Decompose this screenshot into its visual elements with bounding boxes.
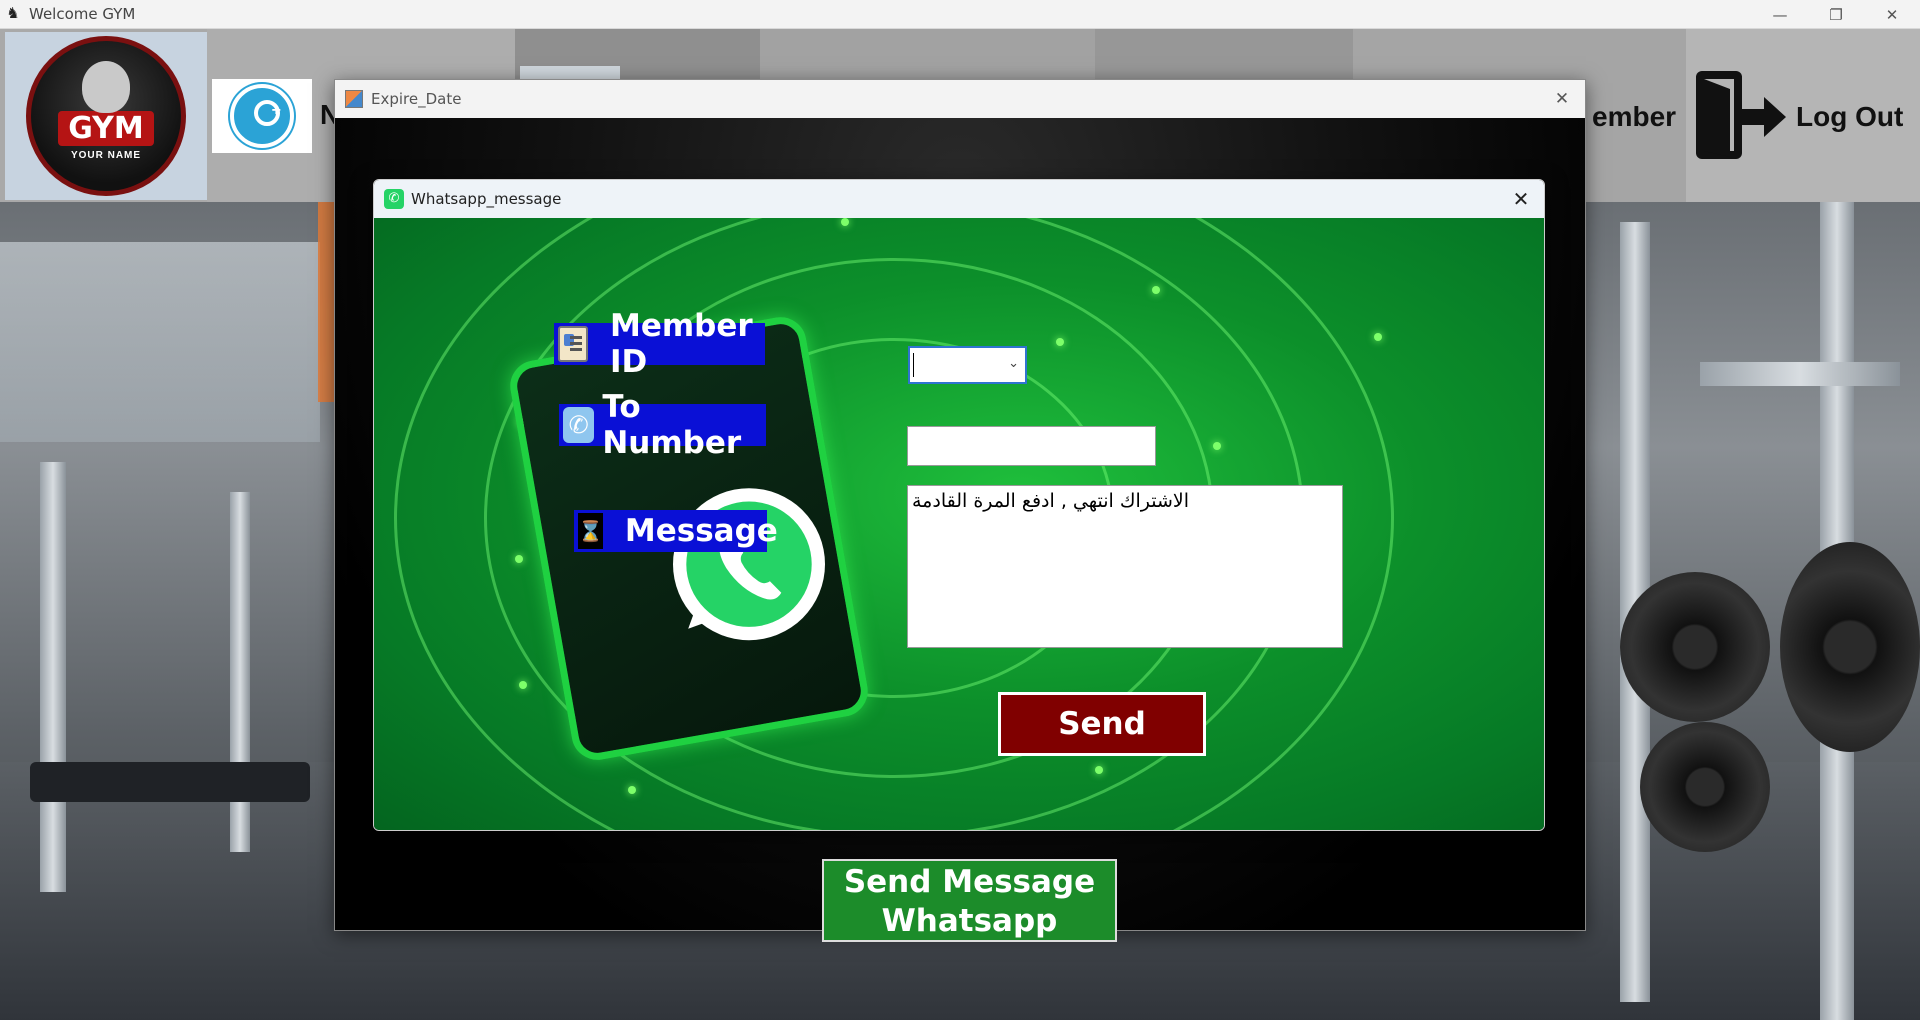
- decor-dot: [1095, 766, 1103, 774]
- background-weight-plate: [1620, 572, 1770, 722]
- phone-icon: ✆: [563, 407, 595, 443]
- whatsapp-dialog-body: Member ID ✆ To Number ⌛ Message ⌄ الاشتر…: [374, 218, 1544, 830]
- decor-dot: [1152, 286, 1160, 294]
- decor-dot: [841, 218, 849, 226]
- chevron-down-icon[interactable]: ⌄: [1008, 356, 1019, 371]
- main-window-title: Welcome GYM: [29, 5, 136, 23]
- add-user-icon[interactable]: [212, 79, 312, 153]
- send-whatsapp-message-button[interactable]: Send Message Whatsapp: [822, 859, 1117, 942]
- decor-dot: [1374, 333, 1382, 341]
- message-icon: ⌛: [578, 513, 603, 549]
- background-weight-plate: [1780, 542, 1920, 752]
- to-number-input[interactable]: [907, 426, 1156, 466]
- decor-dot: [1056, 338, 1064, 346]
- expire-date-title-bar: Expire_Date ✕: [335, 80, 1585, 118]
- minimize-button[interactable]: —: [1752, 0, 1808, 29]
- restore-button[interactable]: ❐: [1808, 0, 1864, 29]
- background-rack: [1700, 362, 1900, 386]
- background-weight-plate: [1640, 722, 1770, 852]
- nav-member-label[interactable]: ember: [1592, 101, 1676, 133]
- whatsapp-dialog-title-bar: ✆ Whatsapp_message ✕: [374, 180, 1544, 218]
- background-pillar: [318, 202, 334, 402]
- app-dumbbell-icon: ♞: [6, 5, 20, 22]
- logout-label[interactable]: Log Out: [1796, 101, 1903, 133]
- whatsapp-dialog-close-button[interactable]: ✕: [1504, 180, 1538, 218]
- expire-date-close-button[interactable]: ✕: [1547, 80, 1577, 118]
- send-button[interactable]: Send: [998, 692, 1206, 756]
- close-button[interactable]: ✕: [1864, 0, 1920, 29]
- logo-text: GYM: [58, 111, 154, 146]
- member-id-label-text: Member ID: [610, 308, 753, 380]
- main-title-bar: ♞ Welcome GYM — ❐ ✕: [0, 0, 1920, 29]
- gym-logo: GYM YOUR NAME: [5, 32, 207, 200]
- whatsapp-logo-icon: [673, 488, 825, 641]
- decor-dot: [628, 786, 636, 794]
- bodybuilder-icon: [82, 61, 130, 113]
- logo-subtext: YOUR NAME: [70, 150, 142, 161]
- whatsapp-message-dialog: ✆ Whatsapp_message ✕ Member ID ✆ To Numb…: [373, 179, 1545, 831]
- member-id-dropdown[interactable]: ⌄: [908, 346, 1027, 384]
- logout-icon[interactable]: [1690, 65, 1790, 165]
- gym-logo-emblem: GYM YOUR NAME: [26, 36, 186, 196]
- form-icon: [345, 90, 363, 108]
- background-rack: [40, 462, 66, 892]
- decor-dot: [515, 555, 523, 563]
- window-controls: — ❐ ✕: [1752, 0, 1920, 29]
- background-bench: [30, 762, 310, 802]
- whatsapp-dialog-title: Whatsapp_message: [411, 190, 562, 208]
- message-textarea[interactable]: الاشتراك انتهي , ادفع المرة القادمة: [907, 485, 1343, 648]
- whatsapp-icon: ✆: [384, 189, 404, 209]
- expire-date-title: Expire_Date: [371, 90, 462, 108]
- to-number-label: ✆ To Number: [559, 389, 766, 461]
- decor-dot: [519, 681, 527, 689]
- send-whatsapp-line1: Send Message: [843, 864, 1096, 900]
- message-text: الاشتراك انتهي , ادفع المرة القادمة: [912, 490, 1190, 512]
- message-label: ⌛ Message: [574, 510, 778, 552]
- decor-dot: [1213, 442, 1221, 450]
- id-card-icon: [558, 326, 588, 362]
- send-whatsapp-line2: Whatsapp: [881, 903, 1058, 939]
- background-window: [0, 242, 320, 442]
- to-number-label-text: To Number: [602, 389, 742, 461]
- text-cursor: [913, 353, 914, 377]
- message-label-text: Message: [624, 513, 778, 549]
- member-id-label: Member ID: [554, 308, 765, 380]
